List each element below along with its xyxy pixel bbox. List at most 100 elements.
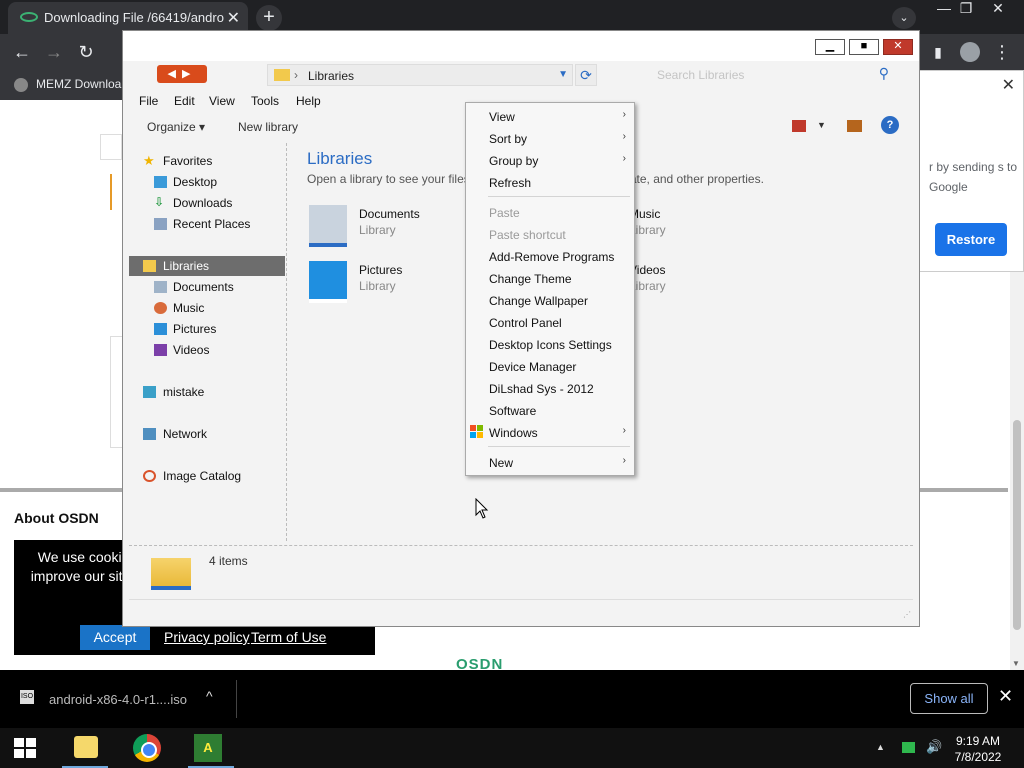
search-input[interactable]: Search Libraries ⚲ [647,64,891,86]
privacy-policy-link[interactable]: Privacy policy [164,629,250,645]
libraries-folder-icon [143,260,156,272]
context-item-software[interactable]: Software [466,399,634,421]
pictures-library-icon [309,261,347,303]
nav-computer[interactable]: mistake [129,382,285,402]
volume-icon[interactable]: 🔊 [926,739,942,755]
menu-view[interactable]: View [209,94,235,108]
download-arrow-icon: ⇩ [154,195,165,209]
library-item-pictures[interactable]: Pictures Library [295,259,445,305]
nav-favorites[interactable]: ★ Favorites [129,151,285,171]
new-tab-button[interactable]: + [256,5,282,31]
mouse-cursor-icon [475,498,489,519]
context-item-new[interactable]: New › [466,451,634,473]
page-title: Libraries [307,149,373,168]
status-bar: ⋰ [129,599,913,621]
image-catalog-icon [143,470,156,482]
download-filename[interactable]: android-x86-4.0-r1....iso [49,692,187,707]
explorer-close-button[interactable]: ✕ [883,39,913,55]
resize-grip-icon[interactable]: ⋰ [903,610,911,619]
context-item-group-by[interactable]: Group by › [466,149,634,171]
context-item-add-remove-programs[interactable]: Add-Remove Programs [466,245,634,267]
scrollbar-thumb[interactable] [1013,420,1021,630]
nav-recent-places[interactable]: Recent Places [129,214,285,234]
browser-close-button[interactable]: ✕ [982,0,1014,18]
context-item-paste-shortcut[interactable]: Paste shortcut [466,223,634,245]
context-item-control-panel[interactable]: Control Panel [466,311,634,333]
view-dropdown-icon[interactable]: ▼ [817,120,826,130]
back-forward-buttons[interactable]: ◀▶ [157,65,207,83]
context-item-paste[interactable]: Paste [466,201,634,223]
page-fragment-accent [110,174,120,210]
menu-tools[interactable]: Tools [251,94,279,108]
taskbar-file-explorer[interactable] [62,728,108,768]
restore-button[interactable]: Restore [935,223,1007,256]
tray-expand-icon[interactable]: ▲ [876,742,885,752]
nav-pictures[interactable]: Pictures [129,319,285,339]
scroll-down-icon[interactable]: ▼ [1012,659,1020,668]
change-view-icon[interactable] [792,120,806,132]
context-item-sort-by[interactable]: Sort by › [466,127,634,149]
context-item-change-theme[interactable]: Change Theme [466,267,634,289]
tab-search-button[interactable]: ⌄ [892,7,916,29]
browser-menu-icon[interactable]: ⋮ [990,40,1014,64]
context-item-change-wallpaper[interactable]: Change Wallpaper [466,289,634,311]
forward-arrow-icon[interactable]: → [42,40,66,64]
profile-avatar-icon[interactable] [958,40,982,64]
reload-icon[interactable]: ↻ [74,40,98,64]
context-item-dilshad-sys[interactable]: DiLshad Sys - 2012 [466,377,634,399]
submenu-arrow-icon: › [622,153,626,164]
nav-documents[interactable]: Documents [129,277,285,297]
details-pane: 4 items [129,545,913,597]
context-item-device-manager[interactable]: Device Manager [466,355,634,377]
preview-pane-icon[interactable] [847,120,862,132]
breadcrumb-arrow-icon[interactable]: › [294,68,298,82]
nav-downloads[interactable]: ⇩ Downloads [129,193,285,213]
chrome-icon[interactable] [133,734,161,762]
windows-start-icon[interactable] [14,738,38,758]
show-all-button[interactable]: Show all [910,683,988,714]
menu-help[interactable]: Help [296,94,321,108]
bookmark-memz[interactable]: MEMZ Downloa [14,77,121,92]
nav-network[interactable]: Network [129,424,285,444]
network-tray-icon[interactable] [902,742,915,753]
breadcrumb-libraries[interactable]: Libraries [308,69,354,83]
navigation-pane: ★ Favorites Desktop ⇩ Downloads Recent P… [129,143,287,541]
address-dropdown-icon[interactable]: ▼ [558,69,568,80]
organize-button[interactable]: Organize ▾ [147,120,205,134]
context-item-refresh[interactable]: Refresh [466,171,634,193]
chevron-up-icon[interactable]: ^ [206,688,213,704]
cookie-accept-button[interactable]: Accept [80,625,150,650]
explorer-titlebar[interactable]: ▁ ■ ✕ [123,31,919,61]
nav-music[interactable]: Music [129,298,285,318]
nav-image-catalog[interactable]: Image Catalog [129,466,285,486]
new-library-button[interactable]: New library [238,120,298,134]
context-item-desktop-icons-settings[interactable]: Desktop Icons Settings [466,333,634,355]
explorer-maximize-button[interactable]: ■ [849,39,879,55]
nav-desktop[interactable]: Desktop [129,172,285,192]
explorer-minimize-button[interactable]: ▁ [815,39,845,55]
menu-file[interactable]: File [139,94,158,108]
context-item-windows[interactable]: Windows › [466,421,634,443]
download-bar-close-icon[interactable]: ✕ [998,686,1013,707]
clock-date[interactable]: 7/8/2022 [948,750,1008,764]
restore-close-icon[interactable]: ✕ [1002,75,1015,95]
restore-text: r by sending s to Google [929,160,1018,194]
browser-maximize-button[interactable]: ❐ [950,0,982,18]
terms-of-use-link[interactable]: Term of Use [251,629,326,645]
back-arrow-icon[interactable]: ← [10,40,34,64]
download-divider [236,680,237,718]
refresh-icon[interactable]: ⟳ [575,64,597,86]
clock-time[interactable]: 9:19 AM [948,734,1008,748]
taskbar-tool-app [188,728,234,768]
library-item-documents[interactable]: Documents Library [295,203,445,249]
search-icon[interactable]: ⚲ [879,65,889,82]
nav-videos[interactable]: Videos [129,340,285,360]
menu-edit[interactable]: Edit [174,94,195,108]
nav-libraries[interactable]: Libraries [129,256,285,276]
address-bar[interactable]: › Libraries ▼ [267,64,573,86]
help-icon[interactable]: ? [881,116,899,134]
folder-icon [274,69,290,81]
context-item-view[interactable]: View › [466,105,634,127]
tab-close-icon[interactable]: ✕ [227,8,240,28]
sidebar-panel-icon[interactable]: ▮ [926,40,950,64]
